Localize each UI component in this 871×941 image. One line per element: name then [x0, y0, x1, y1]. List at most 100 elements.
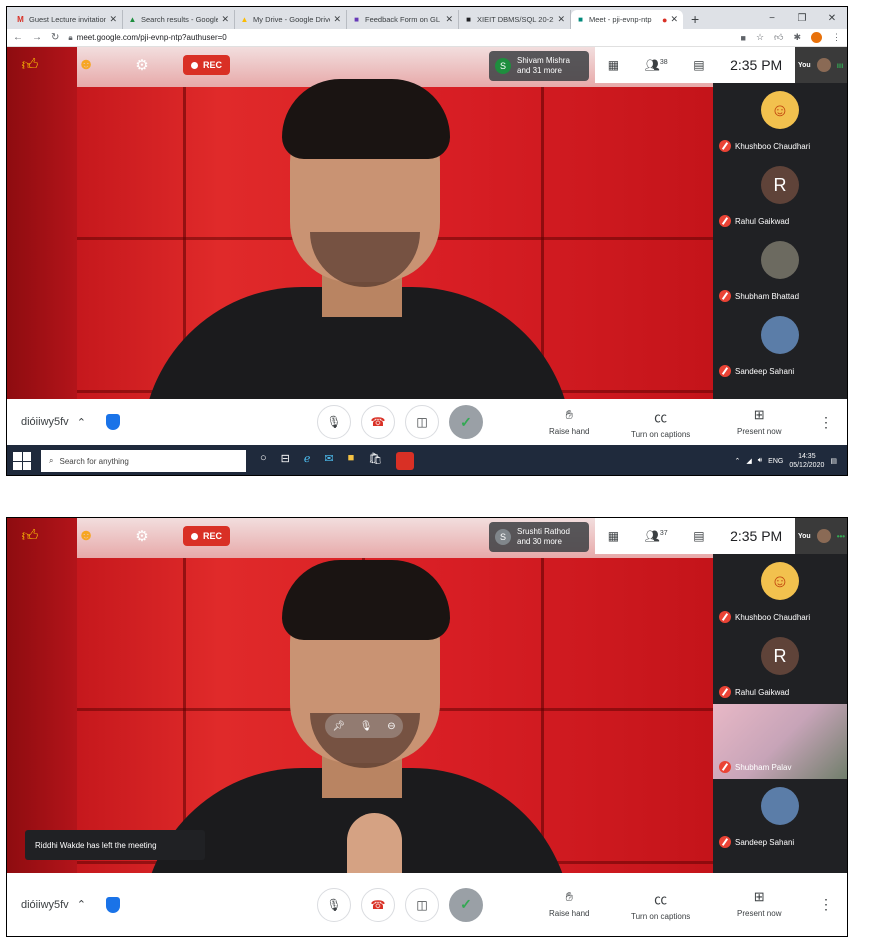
- screenshot-1: M Guest Lecture invitation ✕ ▲ Search resul…: [6, 6, 848, 476]
- task-view-icon[interactable]: ⊟: [281, 452, 290, 470]
- camera-button[interactable]: ◫: [405, 405, 439, 439]
- close-tab-icon[interactable]: ✕: [557, 14, 565, 25]
- minimize-icon[interactable]: −: [757, 13, 787, 24]
- layout-grid-icon[interactable]: ▦: [608, 58, 619, 72]
- more-options-icon[interactable]: ⋮: [819, 414, 833, 431]
- browser-tab[interactable]: ■ Feedback Form on GL ✕: [347, 10, 459, 29]
- restore-icon[interactable]: ❐: [787, 13, 817, 24]
- classroom-icon: ■: [466, 15, 471, 24]
- shield-icon[interactable]: [105, 896, 120, 913]
- network-icon[interactable]: ◢: [746, 457, 751, 465]
- close-tab-icon[interactable]: ✕: [221, 14, 229, 25]
- windows-start-icon[interactable]: [13, 452, 31, 470]
- url-field[interactable]: meet.google.com/pji-evnp-ntp?authuser=0: [77, 33, 227, 42]
- volume-icon[interactable]: 🔊︎: [758, 457, 762, 465]
- close-window-icon[interactable]: ✕: [817, 13, 847, 24]
- captions-button[interactable]: ㏄ Turn on captions: [631, 407, 690, 439]
- participant-tile[interactable]: R Rahul Gaikwad: [713, 158, 847, 233]
- store-icon[interactable]: 🛍︎: [368, 452, 382, 470]
- self-view-tile[interactable]: You •••: [795, 518, 847, 554]
- remove-icon[interactable]: ⊖: [387, 721, 395, 732]
- camera-button[interactable]: ◫: [405, 887, 439, 922]
- profile-avatar[interactable]: [811, 32, 822, 43]
- clock[interactable]: 14:35 05/12/2020: [789, 452, 824, 470]
- check-button[interactable]: ✓: [449, 887, 483, 922]
- close-tab-icon[interactable]: ✕: [670, 14, 678, 25]
- mic-icon[interactable]: 🎙︎: [360, 721, 373, 732]
- cortana-icon[interactable]: ○: [260, 452, 267, 470]
- self-view-tile[interactable]: You ııı: [795, 47, 847, 83]
- participant-sidebar: ☺ Khushboo Chaudhari R Rahul Gaikwad Shu…: [713, 83, 847, 383]
- participant-tile[interactable]: Shubham Palav: [713, 704, 847, 779]
- new-tab-button[interactable]: +: [683, 11, 707, 29]
- raise-hand-button[interactable]: ✋︎ Raise hand: [549, 889, 589, 918]
- person-emoji-icon[interactable]: ☻: [73, 523, 99, 549]
- mail-icon[interactable]: ✉: [324, 452, 333, 470]
- phone-hangup-icon: ☎: [370, 897, 386, 912]
- people-button[interactable]: 👥︎38: [645, 58, 668, 72]
- taskbar-search[interactable]: ⌕ Search for anything: [41, 450, 246, 472]
- reload-icon[interactable]: ↻: [51, 32, 59, 43]
- captions-icon: ㏄: [654, 892, 668, 907]
- participant-tile[interactable]: Shubham Bhattad: [713, 233, 847, 308]
- presenter-chip[interactable]: S Shivam Mishra and 31 more: [489, 51, 589, 81]
- browser-tab[interactable]: ▲ Search results - Google ✕: [123, 10, 235, 29]
- gear-icon[interactable]: ⚙: [129, 52, 155, 78]
- search-icon: ⌕: [49, 456, 54, 465]
- people-button[interactable]: 👥︎37: [645, 529, 668, 543]
- meeting-details-button[interactable]: dióiiwy5fv ⌃: [21, 898, 86, 912]
- thumbs-up-icon[interactable]: 👍︎: [17, 52, 43, 78]
- chevron-up-icon[interactable]: ⌃: [734, 457, 740, 465]
- browser-tab[interactable]: ▲ My Drive - Google Drive ✕: [235, 10, 347, 29]
- raise-hand-button[interactable]: ✋︎ Raise hand: [549, 407, 589, 436]
- present-now-button[interactable]: ⊞ Present now: [737, 407, 781, 436]
- layout-grid-icon[interactable]: ▦: [608, 529, 619, 543]
- pin-icon[interactable]: 📌︎: [332, 721, 345, 732]
- participant-tile[interactable]: ☺ Khushboo Chaudhari: [713, 554, 847, 629]
- mic-off-icon: [719, 365, 731, 377]
- present-now-button[interactable]: ⊞ Present now: [737, 889, 781, 918]
- thumbs-up-extension-icon[interactable]: 👍︎: [774, 32, 783, 43]
- lock-icon[interactable]: 🔒︎: [68, 33, 72, 43]
- star-icon[interactable]: ☆: [756, 32, 764, 43]
- gear-icon[interactable]: ⚙: [129, 523, 155, 549]
- back-icon[interactable]: ←: [13, 32, 23, 43]
- chrome-icon[interactable]: [396, 452, 415, 470]
- file-explorer-icon[interactable]: ■: [348, 452, 355, 470]
- check-button[interactable]: ✓: [449, 405, 483, 439]
- audio-level-icon: ııı: [836, 60, 844, 70]
- browser-tab[interactable]: M Guest Lecture invitation ✕: [11, 10, 123, 29]
- mic-icon: 🎙︎: [326, 897, 342, 912]
- participant-tile[interactable]: Sandeep Sahani: [713, 779, 847, 854]
- more-options-icon[interactable]: ⋮: [819, 896, 833, 913]
- person-emoji-icon[interactable]: ☻: [73, 52, 99, 78]
- recording-dot-icon: ●: [662, 14, 668, 25]
- edge-icon[interactable]: ℯ: [304, 452, 311, 470]
- meeting-details-button[interactable]: dióiiwy5fv ⌃: [21, 416, 86, 429]
- notification-icon[interactable]: ▤: [830, 457, 837, 465]
- menu-icon[interactable]: ⋮: [832, 32, 841, 43]
- chat-icon[interactable]: ▤: [693, 529, 704, 543]
- puzzle-icon[interactable]: ✱: [793, 32, 801, 43]
- browser-tab[interactable]: ■ XIEIT DBMS/SQL 20-21 ✕: [459, 10, 571, 29]
- presenter-chip[interactable]: S Srushti Rathod and 30 more: [489, 522, 589, 552]
- participant-tile[interactable]: ☺ Khushboo Chaudhari: [713, 83, 847, 158]
- chat-icon[interactable]: ▤: [693, 58, 704, 72]
- leave-call-button[interactable]: ☎: [361, 887, 395, 922]
- leave-call-button[interactable]: ☎: [361, 405, 395, 439]
- participant-tile[interactable]: R Rahul Gaikwad: [713, 629, 847, 704]
- camera-icon[interactable]: ■: [741, 33, 746, 43]
- thumbs-up-icon[interactable]: 👍︎: [17, 523, 43, 549]
- shield-icon[interactable]: [105, 414, 120, 430]
- mic-button[interactable]: 🎙︎: [317, 887, 351, 922]
- close-tab-icon[interactable]: ✕: [109, 14, 117, 25]
- mic-button[interactable]: 🎙︎: [317, 405, 351, 439]
- close-tab-icon[interactable]: ✕: [333, 14, 341, 25]
- close-tab-icon[interactable]: ✕: [445, 14, 453, 25]
- participant-tile[interactable]: Sandeep Sahani: [713, 308, 847, 383]
- language-indicator[interactable]: ENG: [768, 458, 783, 465]
- browser-tab-active[interactable]: ■ Meet - pji-evnp-ntp ● ✕: [571, 10, 683, 29]
- forward-icon[interactable]: →: [32, 32, 42, 43]
- avatar: R: [761, 637, 799, 675]
- captions-button[interactable]: ㏄ Turn on captions: [631, 889, 690, 921]
